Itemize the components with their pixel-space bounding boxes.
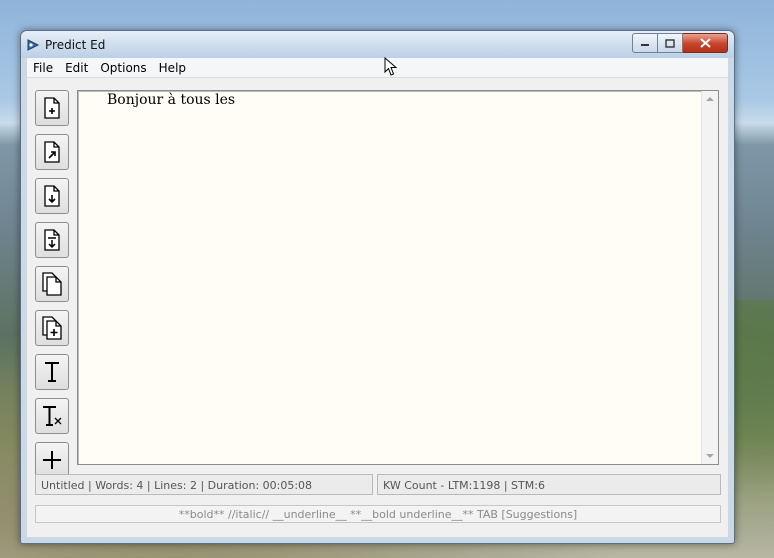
add-button[interactable] — [35, 442, 69, 478]
save-as-document-icon — [44, 229, 60, 251]
new-document-button[interactable] — [35, 90, 69, 126]
open-document-button[interactable] — [35, 134, 69, 170]
close-button[interactable] — [683, 33, 728, 53]
save-document-icon — [44, 185, 60, 207]
scroll-up-icon[interactable] — [706, 97, 714, 101]
menu-options[interactable]: Options — [94, 61, 152, 75]
title-bar[interactable]: Predict Ed — [21, 31, 734, 58]
save-as-document-button[interactable] — [35, 222, 69, 258]
text-icon — [45, 362, 59, 382]
text-button[interactable] — [35, 354, 69, 390]
maximize-icon — [665, 38, 675, 48]
open-document-icon — [44, 141, 60, 163]
copy-pages-button[interactable] — [35, 266, 69, 302]
toolbar — [35, 90, 69, 486]
save-document-button[interactable] — [35, 178, 69, 214]
scroll-down-icon[interactable] — [706, 454, 714, 458]
minimize-button[interactable] — [632, 33, 658, 53]
plus-icon — [43, 451, 61, 469]
text-editor[interactable]: Bonjour à tous les — [77, 90, 719, 465]
app-icon — [27, 39, 40, 51]
minimize-icon — [641, 44, 649, 46]
menu-help[interactable]: Help — [153, 61, 192, 75]
menu-bar: File Edit Options Help — [27, 58, 728, 78]
window-title: Predict Ed — [45, 38, 106, 52]
mouse-cursor-icon — [384, 57, 398, 76]
client-area: Bonjour à tous les Untitled | Words: 4 |… — [27, 78, 728, 537]
menu-edit[interactable]: Edit — [59, 61, 94, 75]
add-pages-icon — [42, 316, 62, 340]
status-kw-count: KW Count - LTM:1198 | STM:6 — [377, 474, 721, 495]
copy-pages-icon — [42, 272, 62, 296]
menu-file[interactable]: File — [27, 61, 59, 75]
app-window: Predict Ed File Edit Options Help Bonjou… — [20, 30, 735, 544]
add-pages-button[interactable] — [35, 310, 69, 346]
close-icon — [699, 38, 711, 48]
vertical-scrollbar[interactable] — [701, 91, 718, 464]
formatting-hints: **bold** //italic// __underline__ **__bo… — [35, 505, 721, 523]
clear-text-button[interactable] — [35, 398, 69, 434]
status-document-info: Untitled | Words: 4 | Lines: 2 | Duratio… — [35, 474, 373, 495]
maximize-button[interactable] — [658, 33, 683, 53]
editor-content[interactable]: Bonjour à tous les — [107, 92, 235, 108]
clear-text-icon — [43, 406, 62, 426]
new-document-icon — [44, 97, 60, 119]
